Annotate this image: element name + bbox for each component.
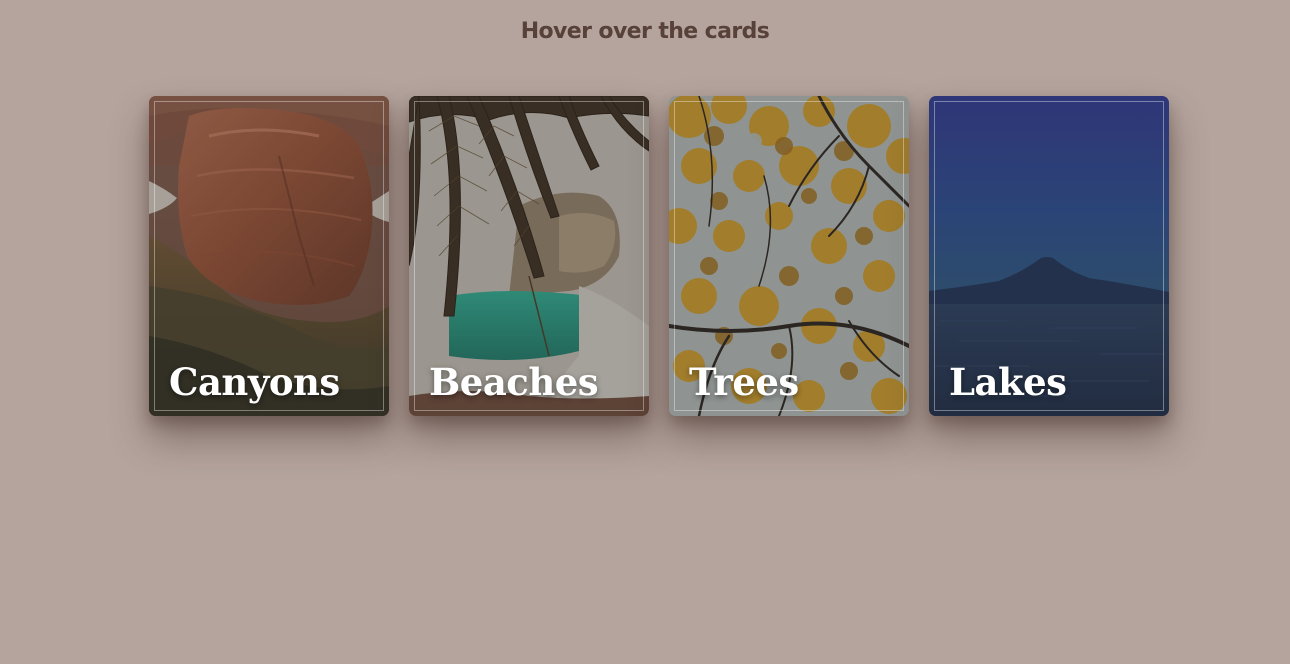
card-gallery: Canyons Beaches Trees Lakes (149, 96, 1169, 416)
card-trees[interactable]: Trees (669, 96, 909, 416)
card-label-lakes: Lakes (949, 360, 1067, 404)
card-beaches[interactable]: Beaches (409, 96, 649, 416)
card-label-beaches: Beaches (429, 360, 599, 404)
card-lakes[interactable]: Lakes (929, 96, 1169, 416)
card-label-canyons: Canyons (169, 360, 340, 404)
card-canyons[interactable]: Canyons (149, 96, 389, 416)
page-title: Hover over the cards (520, 19, 770, 44)
card-label-trees: Trees (689, 360, 799, 404)
